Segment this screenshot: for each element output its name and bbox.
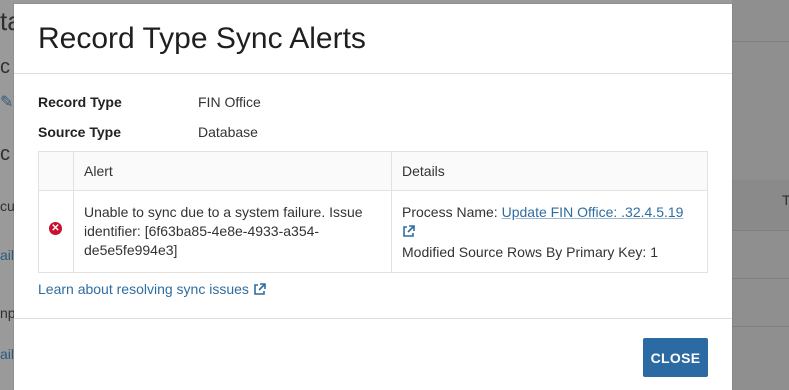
status-column-header <box>38 151 74 191</box>
close-button[interactable]: CLOSE <box>643 338 708 377</box>
alerts-table: Alert Details ✕ Unable to sync due to a … <box>38 151 708 273</box>
background-link-fragment: ail <box>0 247 15 263</box>
background-row-divider <box>732 230 789 231</box>
sync-alerts-dialog: Record Type Sync Alerts Record Type FIN … <box>14 4 732 390</box>
process-name-label: Process Name: <box>402 204 502 220</box>
background-table-header: T <box>732 180 789 230</box>
header-divider <box>14 73 732 74</box>
learn-link-row: Learn about resolving sync issues <box>38 281 266 299</box>
source-type-value: Database <box>198 124 258 140</box>
background-row-divider <box>732 278 789 279</box>
table-header-row: Alert Details <box>38 151 708 191</box>
dialog-title: Record Type Sync Alerts <box>38 22 366 55</box>
status-cell: ✕ <box>38 190 74 273</box>
background-column-fragment: cu <box>0 198 15 214</box>
details-column-header: Details <box>391 151 708 191</box>
external-link-icon[interactable] <box>402 224 415 243</box>
background-divider <box>732 41 789 42</box>
modified-rows-text: Modified Source Rows By Primary Key: 1 <box>402 244 658 260</box>
alert-column-header: Alert <box>73 151 392 191</box>
source-type-label: Source Type <box>38 124 121 140</box>
table-row: ✕ Unable to sync due to a system failure… <box>38 190 708 273</box>
learn-sync-issues-link[interactable]: Learn about resolving sync issues <box>38 281 249 297</box>
alert-cell: Unable to sync due to a system failure. … <box>73 190 392 273</box>
background-row-divider <box>732 326 789 327</box>
background-edit-icon: ✎ <box>0 94 14 111</box>
footer-divider <box>14 318 732 319</box>
background-link-fragment-2: ail <box>0 346 15 362</box>
error-circle-icon: ✕ <box>49 222 62 235</box>
record-type-value: FIN Office <box>198 94 261 110</box>
process-name-link[interactable]: Update FIN Office: .32.4.5.19 <box>502 204 684 220</box>
record-type-label: Record Type <box>38 94 122 110</box>
background-header-fragment: T <box>782 192 789 208</box>
external-link-icon[interactable] <box>253 283 266 299</box>
details-cell: Process Name: Update FIN Office: .32.4.5… <box>391 190 708 273</box>
